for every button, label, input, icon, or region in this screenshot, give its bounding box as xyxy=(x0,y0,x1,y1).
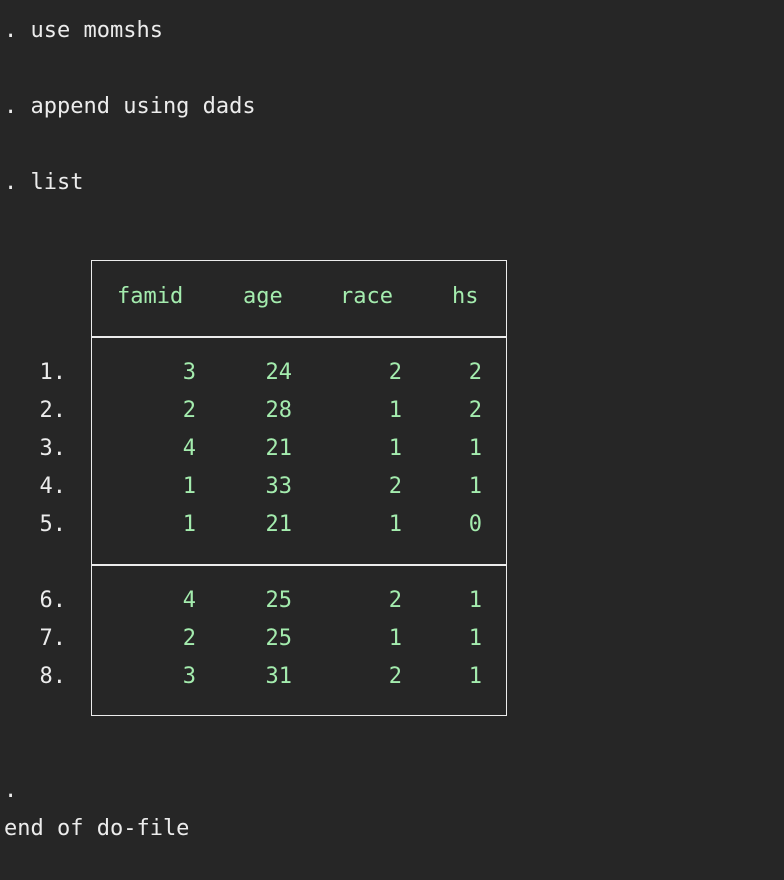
cell-age: 21 xyxy=(265,436,293,461)
cell-famid: 3 xyxy=(182,664,196,689)
row-number: 1. xyxy=(39,360,67,385)
row-number: 2. xyxy=(39,398,67,423)
command-line-append: . append using dads xyxy=(4,94,256,119)
end-of-do-file-message: end of do-file xyxy=(4,816,190,841)
cell-race: 1 xyxy=(388,436,402,461)
cell-race: 2 xyxy=(388,474,402,499)
command-line-list: . list xyxy=(4,170,84,195)
cell-hs: 1 xyxy=(468,436,482,461)
column-header-race: race xyxy=(340,284,393,309)
cell-famid: 2 xyxy=(182,626,196,651)
cell-famid: 4 xyxy=(182,588,196,613)
cell-famid: 1 xyxy=(182,512,196,537)
row-number: 7. xyxy=(39,626,67,651)
cell-race: 1 xyxy=(388,398,402,423)
cell-famid: 4 xyxy=(182,436,196,461)
row-number: 4. xyxy=(39,474,67,499)
cell-age: 21 xyxy=(265,512,293,537)
cell-hs: 1 xyxy=(468,588,482,613)
cell-hs: 1 xyxy=(468,626,482,651)
cell-age: 24 xyxy=(265,360,293,385)
cell-age: 28 xyxy=(265,398,293,423)
prompt-dot: . xyxy=(4,778,18,803)
row-number: 3. xyxy=(39,436,67,461)
cell-race: 1 xyxy=(388,626,402,651)
cell-famid: 2 xyxy=(182,398,196,423)
cell-age: 25 xyxy=(265,626,293,651)
cell-hs: 2 xyxy=(468,398,482,423)
command-line-use: . use momshs xyxy=(4,18,163,43)
cell-race: 1 xyxy=(388,512,402,537)
cell-hs: 2 xyxy=(468,360,482,385)
table-header-divider xyxy=(91,336,507,338)
table-group-divider xyxy=(91,564,507,566)
cell-race: 2 xyxy=(388,664,402,689)
cell-age: 25 xyxy=(265,588,293,613)
cell-race: 2 xyxy=(388,360,402,385)
cell-age: 31 xyxy=(265,664,293,689)
cell-race: 2 xyxy=(388,588,402,613)
cell-age: 33 xyxy=(265,474,293,499)
cell-famid: 3 xyxy=(182,360,196,385)
cell-hs: 0 xyxy=(468,512,482,537)
column-header-famid: famid xyxy=(117,284,184,309)
cell-famid: 1 xyxy=(182,474,196,499)
cell-hs: 1 xyxy=(468,664,482,689)
column-header-age: age xyxy=(243,284,283,309)
row-number: 6. xyxy=(39,588,67,613)
cell-hs: 1 xyxy=(468,474,482,499)
row-number: 5. xyxy=(39,512,67,537)
row-number: 8. xyxy=(39,664,67,689)
column-header-hs: hs xyxy=(452,284,479,309)
